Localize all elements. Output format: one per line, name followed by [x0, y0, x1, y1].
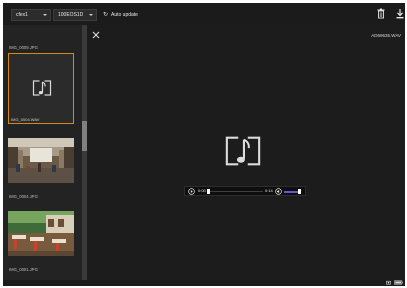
auto-update-button[interactable]: ↻ Auto update — [103, 10, 138, 20]
thumbnail-image[interactable] — [8, 211, 74, 256]
thumbnail-label: IMG_0004.WAV — [11, 117, 40, 122]
audio-file-icon — [225, 135, 261, 167]
seek-track[interactable] — [209, 191, 263, 192]
status-bar — [3, 280, 405, 286]
battery-icon — [394, 280, 403, 285]
duration: 0:14 — [265, 188, 273, 193]
thumbnail-image[interactable] — [8, 138, 74, 183]
chevron-down-icon — [43, 14, 47, 16]
card-select[interactable]: cfex1 — [11, 9, 51, 21]
seek-handle[interactable] — [207, 189, 210, 194]
card-select-value: cfex1 — [16, 12, 28, 18]
thumbnail-label: IMG_0001.JPG — [9, 267, 38, 272]
thumbnail-audio-selected[interactable]: IMG_0004.WAV — [8, 53, 74, 124]
volume-icon[interactable] — [275, 188, 282, 195]
top-toolbar: cfex1 100EOS1D ↻ Auto update — [3, 3, 405, 25]
folder-select[interactable]: 100EOS1D — [53, 9, 97, 21]
volume-handle[interactable] — [298, 189, 301, 194]
download-icon[interactable] — [395, 8, 405, 20]
folder-select-value: 100EOS1D — [58, 12, 84, 18]
app-window: cfex1 100EOS1D ↻ Auto update IMG_0009.JPG — [3, 3, 405, 286]
trash-icon[interactable] — [376, 8, 386, 20]
camera-icon — [386, 280, 391, 285]
thumbnail-label: IMG_0009.JPG — [9, 45, 38, 50]
play-icon[interactable] — [188, 188, 195, 195]
audio-player: 0:00 0:14 — [184, 186, 306, 196]
media-viewer: AD69635.WAV 0:00 0:14 — [87, 25, 405, 280]
current-time: 0:00 — [198, 188, 206, 193]
chevron-down-icon — [89, 14, 93, 16]
thumbnail-list: IMG_0009.JPG IMG_0004.WAV IMG_0004.JPG I… — [3, 25, 82, 280]
auto-update-label: Auto update — [111, 12, 138, 18]
refresh-icon: ↻ — [103, 12, 109, 18]
thumbnail-label: IMG_0004.JPG — [9, 194, 38, 199]
audio-file-icon — [32, 80, 52, 96]
viewer-filename: AD69635.WAV — [371, 33, 401, 38]
close-icon[interactable] — [92, 31, 100, 39]
cafe-photo — [8, 211, 74, 256]
arcade-photo — [8, 138, 74, 183]
